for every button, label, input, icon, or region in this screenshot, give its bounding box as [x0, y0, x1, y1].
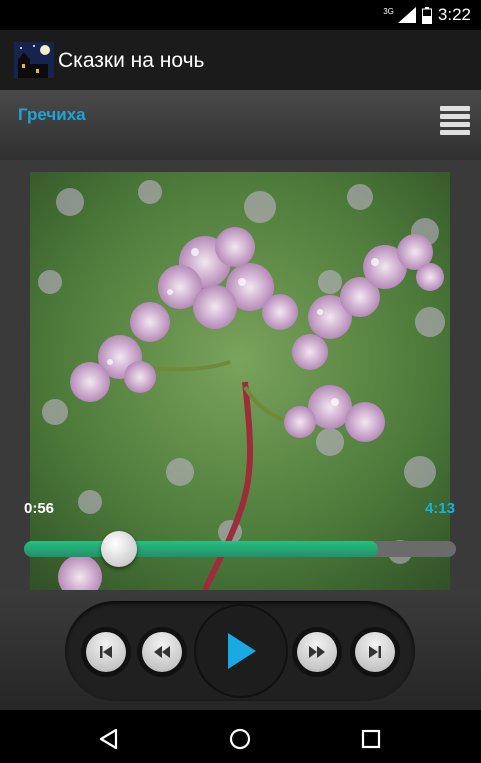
skip-previous-button[interactable]: [81, 627, 131, 677]
recents-square-icon[interactable]: [361, 729, 381, 749]
app-title: Сказки на ночь: [58, 49, 205, 72]
play-button[interactable]: [196, 606, 286, 696]
rewind-button[interactable]: [137, 627, 187, 677]
skip-next-icon: [369, 646, 381, 658]
track-title: Гречиха: [18, 105, 86, 124]
fast-forward-icon: [309, 646, 325, 658]
cover-image: [30, 172, 450, 590]
skip-previous-icon: [100, 646, 112, 658]
status-clock: 3:22: [437, 5, 471, 24]
player-content: [0, 160, 481, 590]
navigation-bar: [0, 710, 481, 763]
battery-icon: [421, 6, 432, 24]
play-icon: [228, 633, 256, 669]
rewind-icon: [154, 646, 170, 658]
home-circle-icon[interactable]: [229, 728, 251, 750]
app-bar: Сказки на ночь: [0, 30, 481, 90]
hamburger-menu-icon[interactable]: [440, 106, 470, 136]
fast-forward-button[interactable]: [292, 627, 342, 677]
network-type: 3G: [383, 6, 394, 16]
track-header: Гречиха: [0, 90, 481, 160]
total-duration: 4:13: [424, 500, 455, 517]
elapsed-time: 0:56: [24, 500, 55, 517]
buffered-progress: [24, 541, 379, 557]
back-triangle-icon[interactable]: [98, 728, 120, 750]
status-bar: 3G 3:22: [0, 0, 481, 30]
signal-icon: [397, 7, 416, 23]
app-logo-icon: [14, 42, 54, 78]
seek-thumb[interactable]: [101, 531, 138, 567]
seek-bar[interactable]: [24, 531, 456, 567]
skip-next-button[interactable]: [350, 627, 400, 677]
